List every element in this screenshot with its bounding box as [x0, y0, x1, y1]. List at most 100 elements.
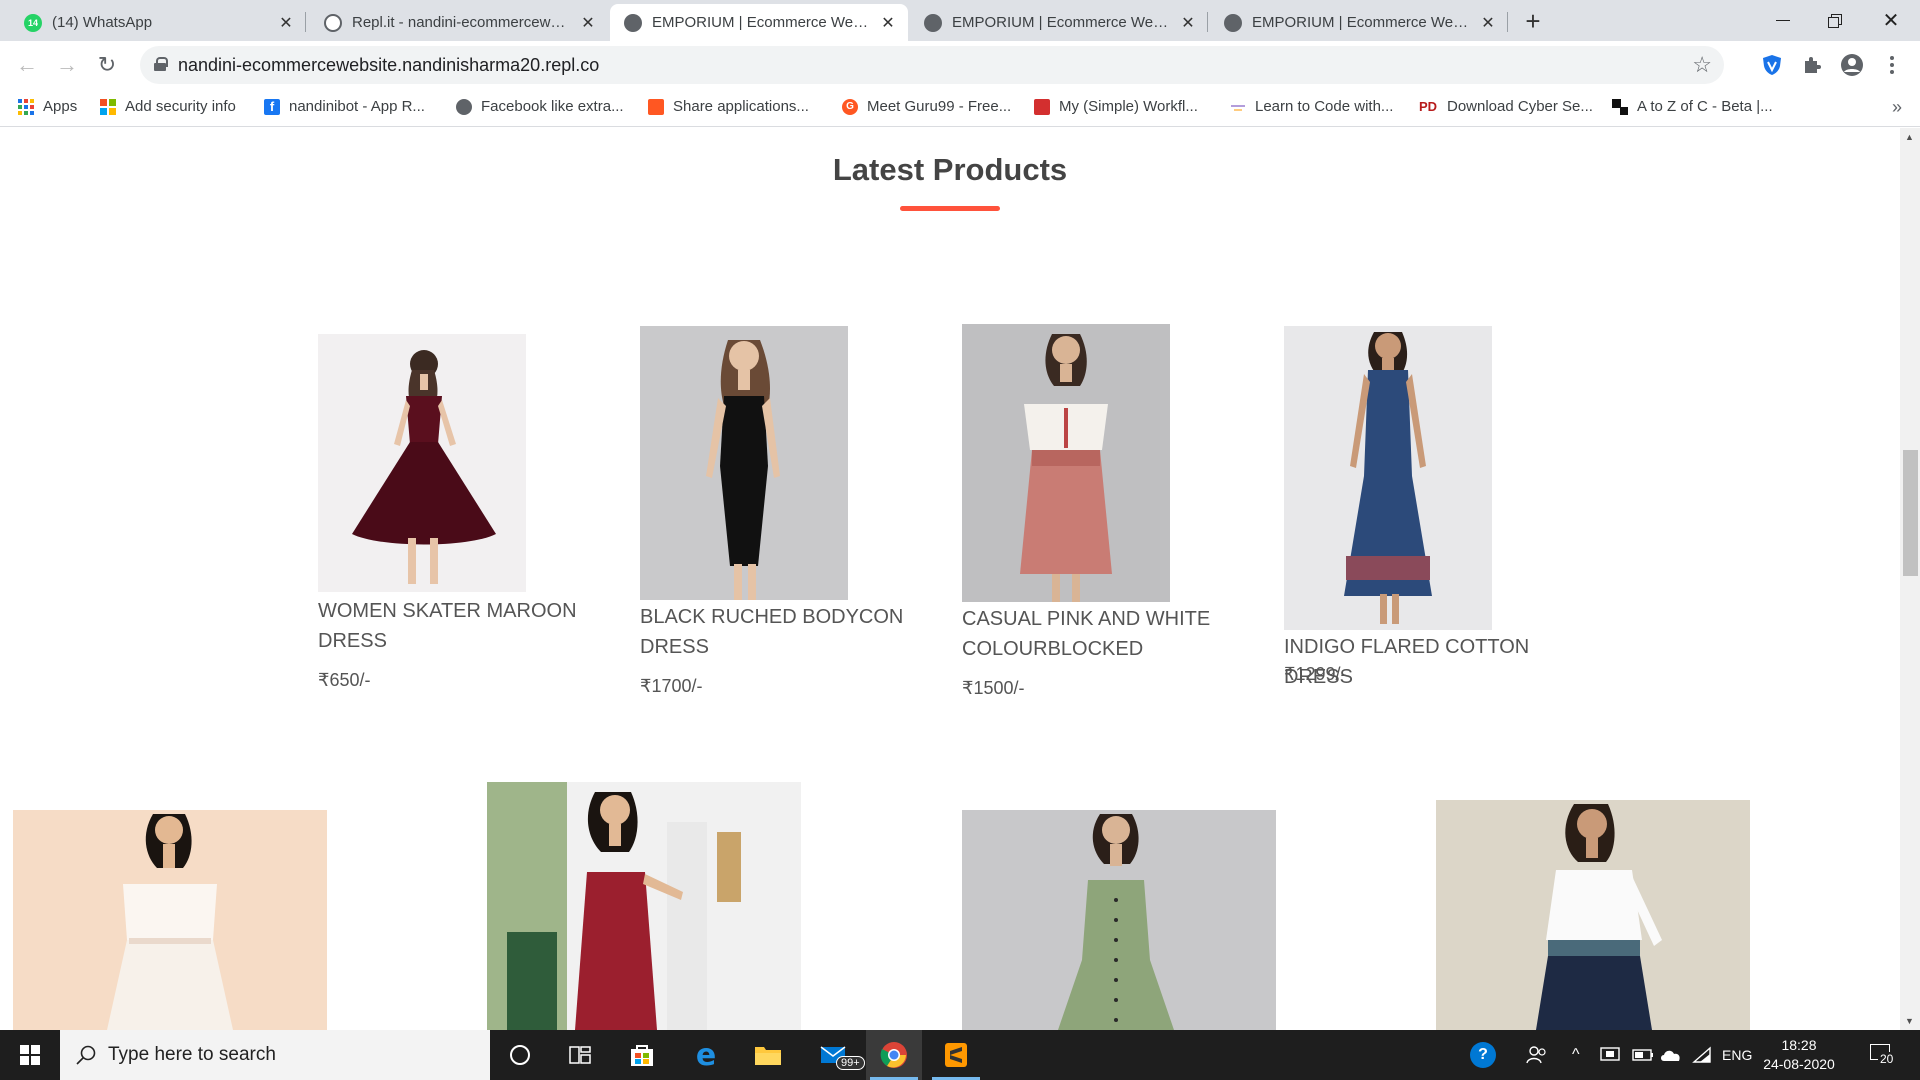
guru99-icon: G	[842, 98, 858, 115]
globe-icon	[456, 98, 472, 115]
back-button[interactable]: ←	[13, 51, 41, 79]
device-icon[interactable]	[1600, 1030, 1620, 1080]
tab-emporium-2[interactable]: EMPORIUM | Ecommerce Website ✕	[910, 4, 1208, 41]
profile-avatar-icon[interactable]	[1840, 53, 1864, 77]
bookmark-star-icon[interactable]: ☆	[1692, 52, 1712, 78]
bookmark-a-to-z-c[interactable]: A to Z of C - Beta |...	[1612, 98, 1773, 115]
product-image[interactable]	[640, 326, 848, 600]
help-icon[interactable]: ?	[1470, 1030, 1496, 1080]
new-tab-button[interactable]: +	[1518, 6, 1548, 36]
close-tab-icon[interactable]: ✕	[1478, 13, 1498, 33]
cortana-icon	[510, 1045, 530, 1065]
code-icon	[1230, 99, 1246, 115]
notifications-button[interactable]: 20	[1868, 1030, 1896, 1080]
store-app[interactable]	[614, 1030, 670, 1080]
system-clock[interactable]: 18:28 24-08-2020	[1754, 1036, 1844, 1074]
page-content: Latest Products WOMEN SKATER MAROON DRES…	[0, 128, 1900, 1030]
bookmarks-overflow-icon[interactable]: »	[1892, 97, 1902, 118]
restore-button[interactable]	[1806, 0, 1864, 41]
bookmark-label: Apps	[43, 98, 78, 115]
scrollbar-thumb[interactable]	[1903, 450, 1918, 576]
bookmark-guru99[interactable]: G Meet Guru99 - Free...	[842, 98, 1011, 115]
task-view-button[interactable]	[552, 1030, 608, 1080]
product-price: ₹1500/-	[962, 678, 1025, 698]
bookmark-label: Share applications...	[673, 98, 809, 115]
scroll-up-icon[interactable]: ▲	[1905, 132, 1914, 142]
task-view-icon	[569, 1046, 591, 1064]
product-image[interactable]	[1284, 326, 1492, 630]
product-name[interactable]: CASUAL PINK AND WHITE COLOURBLOCKED	[962, 604, 1262, 664]
back-arrow-icon: ←	[16, 52, 38, 77]
product-image[interactable]	[962, 810, 1276, 1030]
bookmark-facebook-like[interactable]: Facebook like extra...	[456, 98, 624, 115]
edge-app[interactable]: e	[678, 1030, 734, 1080]
scroll-down-icon[interactable]: ▼	[1905, 1016, 1914, 1026]
globe-icon	[624, 13, 642, 32]
product-image[interactable]	[962, 324, 1170, 602]
close-window-button[interactable]: ✕	[1862, 0, 1920, 41]
product-image[interactable]	[13, 810, 327, 1030]
sublime-text-app[interactable]	[928, 1030, 984, 1080]
wifi-icon[interactable]	[1692, 1030, 1712, 1080]
people-icon[interactable]	[1526, 1030, 1548, 1080]
language-indicator[interactable]: ENG	[1722, 1030, 1752, 1080]
page-scrollbar[interactable]: ▲ ▼	[1900, 128, 1920, 1030]
cortana-button[interactable]	[492, 1030, 548, 1080]
tab-title: Repl.it - nandini-ecommercewebsite	[352, 14, 572, 31]
tab-separator	[1507, 12, 1508, 32]
bookmark-label: My (Simple) Workfl...	[1059, 98, 1198, 115]
url-text[interactable]: nandini-ecommercewebsite.nandinisharma20…	[178, 55, 599, 76]
sublime-text-icon	[945, 1043, 967, 1067]
windows-taskbar: Type here to search e 99+ ? ^ ENG 18:28 …	[0, 1030, 1920, 1080]
search-placeholder[interactable]: Type here to search	[108, 1044, 276, 1066]
close-tab-icon[interactable]: ✕	[1178, 13, 1198, 33]
whatsapp-icon: 14	[24, 13, 42, 32]
extensions-puzzle-icon[interactable]	[1800, 53, 1824, 77]
notification-center-icon: 20	[1868, 1042, 1896, 1068]
start-button[interactable]	[0, 1030, 60, 1080]
bookmark-simple-workflow[interactable]: My (Simple) Workfl...	[1034, 98, 1198, 115]
product-name[interactable]: BLACK RUCHED BODYCON DRESS	[640, 602, 940, 662]
bookmark-security-info[interactable]: Add security info	[100, 98, 236, 115]
bookmark-share-applications[interactable]: Share applications...	[648, 98, 809, 115]
tab-emporium-3[interactable]: EMPORIUM | Ecommerce Website ✕	[1210, 4, 1508, 41]
forward-button[interactable]: →	[53, 51, 81, 79]
chrome-app[interactable]	[866, 1030, 922, 1080]
onedrive-icon[interactable]	[1660, 1030, 1682, 1080]
shield-extension-icon[interactable]	[1760, 53, 1784, 77]
bookmark-label: Learn to Code with...	[1255, 98, 1394, 115]
tray-chevron-icon[interactable]: ^	[1572, 1030, 1580, 1080]
product-name[interactable]: WOMEN SKATER MAROON DRESS	[318, 596, 618, 656]
tab-emporium-active[interactable]: EMPORIUM | Ecommerce Website ✕	[610, 4, 908, 41]
product-image[interactable]	[1436, 800, 1750, 1030]
bookmark-label: nandinibot - App R...	[289, 98, 425, 115]
bookmark-nandinibot[interactable]: f nandinibot - App R...	[264, 98, 425, 115]
product-price: ₹650/-	[318, 670, 371, 690]
bookmark-apps[interactable]: Apps	[18, 98, 77, 115]
menu-kebab-icon[interactable]	[1880, 53, 1904, 77]
battery-icon[interactable]	[1632, 1030, 1654, 1080]
close-tab-icon[interactable]: ✕	[578, 13, 598, 33]
mail-app[interactable]: 99+	[806, 1030, 865, 1080]
bookmark-learn-to-code[interactable]: Learn to Code with...	[1230, 98, 1393, 115]
product-image[interactable]	[487, 782, 801, 1030]
tab-title: EMPORIUM | Ecommerce Website	[952, 14, 1172, 31]
a-to-z-icon	[1612, 98, 1628, 115]
reload-button[interactable]: ↻	[93, 51, 121, 79]
tab-whatsapp[interactable]: 14 (14) WhatsApp ✕	[10, 4, 306, 41]
taskbar-search[interactable]: Type here to search	[60, 1030, 490, 1080]
product-image[interactable]	[318, 334, 526, 592]
close-icon: ✕	[1882, 10, 1900, 32]
facebook-icon: f	[264, 98, 280, 115]
file-explorer-app[interactable]	[740, 1030, 796, 1080]
address-bar[interactable]: nandini-ecommercewebsite.nandinisharma20…	[140, 46, 1724, 84]
tab-title: EMPORIUM | Ecommerce Website	[1252, 14, 1472, 31]
tab-replit[interactable]: Repl.it - nandini-ecommercewebsite ✕	[310, 4, 608, 41]
minimize-button[interactable]	[1754, 0, 1812, 41]
browser-window: 14 (14) WhatsApp ✕ Repl.it - nandini-eco…	[0, 0, 1920, 1080]
close-tab-icon[interactable]: ✕	[878, 13, 898, 33]
title-underline	[900, 206, 1000, 211]
close-tab-icon[interactable]: ✕	[276, 13, 296, 33]
browser-toolbar: ← → ↻ nandini-ecommercewebsite.nandinish…	[0, 41, 1920, 89]
bookmark-cyber-security[interactable]: PD Download Cyber Se...	[1418, 98, 1593, 115]
